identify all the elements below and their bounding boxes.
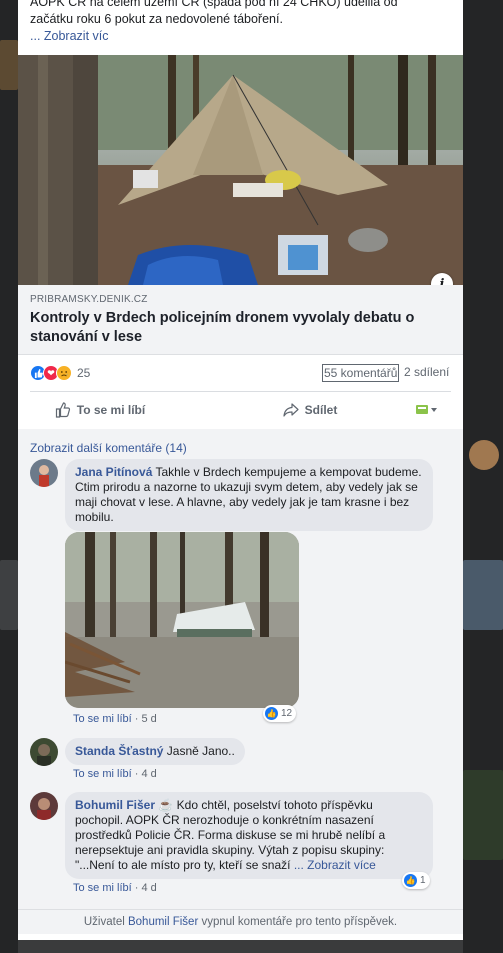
post-card: AOPK ČR na celém území ČR (spadá pod ní … xyxy=(18,0,463,940)
comment-reaction-count: 12 xyxy=(281,708,293,719)
see-more-link[interactable]: ... Zobrazit více xyxy=(294,858,376,872)
comment-timestamp[interactable]: 4 d xyxy=(141,768,156,780)
comment-author[interactable]: Jana Pitínová xyxy=(75,465,152,479)
comments-section: Zobrazit další komentáře (14) Jana Pitín… xyxy=(18,429,463,909)
notice-user-link[interactable]: Bohumil Fišer xyxy=(128,916,198,928)
link-preview[interactable]: PRIBRAMSKY.DENIK.CZ Kontroly v Brdech po… xyxy=(18,285,463,355)
notice-suffix: vypnul komentáře pro tento příspěvek. xyxy=(201,916,398,928)
link-domain: PRIBRAMSKY.DENIK.CZ xyxy=(30,294,148,305)
background-tile xyxy=(463,770,503,860)
reactions-summary[interactable]: ❤ 25 xyxy=(30,363,90,383)
comment-reaction-count: 1 xyxy=(420,875,426,886)
like-reaction-icon: 👍 xyxy=(404,874,417,887)
reaction-count: 25 xyxy=(77,366,91,380)
post-text-line: AOPK ČR na celém území ČR (spadá pod ní … xyxy=(30,0,398,9)
comment-bubble: Jana Pitínová Takhle v Brdech kempujeme … xyxy=(65,459,433,531)
background-tile xyxy=(0,40,18,90)
link-preview-image[interactable]: i xyxy=(18,55,463,285)
comment-meta: To se mi líbí · 5 d xyxy=(73,713,157,725)
audience-selector[interactable] xyxy=(410,404,450,416)
post-text: AOPK ČR na celém území ČR (spadá pod ní … xyxy=(30,0,450,45)
comments-disabled-notice: Uživatel Bohumil Fišer vypnul komentáře … xyxy=(18,909,463,934)
comment-reaction-badge[interactable]: 👍 1 xyxy=(402,872,430,889)
shares-count-link[interactable]: 2 sdílení xyxy=(404,365,449,379)
comment-bubble: Bohumil Fišer ☕ Kdo chtěl, poselství toh… xyxy=(65,792,433,879)
link-title[interactable]: Kontroly v Brdech policejním dronem vyvo… xyxy=(30,309,450,347)
avatar[interactable] xyxy=(30,792,58,820)
share-button[interactable]: Sdílet xyxy=(225,402,395,418)
like-button-label: To se mi líbí xyxy=(76,403,146,417)
author-badge-icon: ☕ xyxy=(158,798,174,812)
comment-like-link[interactable]: To se mi líbí xyxy=(73,768,132,780)
share-arrow-icon xyxy=(283,403,299,417)
notice-prefix: Uživatel xyxy=(83,916,125,928)
forest-camp-photo xyxy=(65,532,299,708)
background-left-column xyxy=(0,0,18,953)
avatar[interactable] xyxy=(30,738,58,766)
sad-reaction-icon xyxy=(56,365,72,381)
comment-bubble: Standa Šťastný Jasně Jano.. xyxy=(65,738,245,765)
tent-photo xyxy=(18,55,463,285)
comment-meta: To se mi líbí · 4 d xyxy=(73,882,157,894)
like-reaction-icon: 👍 xyxy=(265,707,278,720)
background-avatar xyxy=(469,440,499,470)
comment-text: Jasně Jano.. xyxy=(166,744,235,758)
comment-author[interactable]: Bohumil Fišer xyxy=(75,798,155,812)
background-right-column xyxy=(463,0,503,953)
thumbs-up-icon xyxy=(55,402,70,418)
see-more-link[interactable]: ... Zobrazit víc xyxy=(30,28,450,45)
share-button-label: Sdílet xyxy=(304,403,338,417)
avatar[interactable] xyxy=(30,459,58,487)
comment-timestamp[interactable]: 5 d xyxy=(141,713,156,725)
comment-timestamp[interactable]: 4 d xyxy=(141,882,156,894)
comment-author[interactable]: Standa Šťastný xyxy=(75,744,163,758)
comment-like-link[interactable]: To se mi líbí xyxy=(73,713,132,725)
comment-meta: To se mi líbí · 4 d xyxy=(73,768,157,780)
background-tile xyxy=(0,560,18,630)
comment-photo[interactable] xyxy=(65,532,299,708)
audience-dropdown-icon xyxy=(416,405,437,414)
view-more-comments-link[interactable]: Zobrazit další komentáře (14) xyxy=(30,441,187,455)
post-text-line: začátku roku 6 pokut za nedovolené táboř… xyxy=(30,12,283,26)
like-button[interactable]: To se mi líbí xyxy=(30,402,170,418)
post-actions: To se mi líbí Sdílet xyxy=(30,392,451,428)
comment-like-link[interactable]: To se mi líbí xyxy=(73,882,132,894)
comment-reaction-badge[interactable]: 👍 12 xyxy=(263,705,297,722)
background-tile xyxy=(463,560,503,630)
comments-count-link[interactable]: 55 komentářů xyxy=(322,364,400,382)
